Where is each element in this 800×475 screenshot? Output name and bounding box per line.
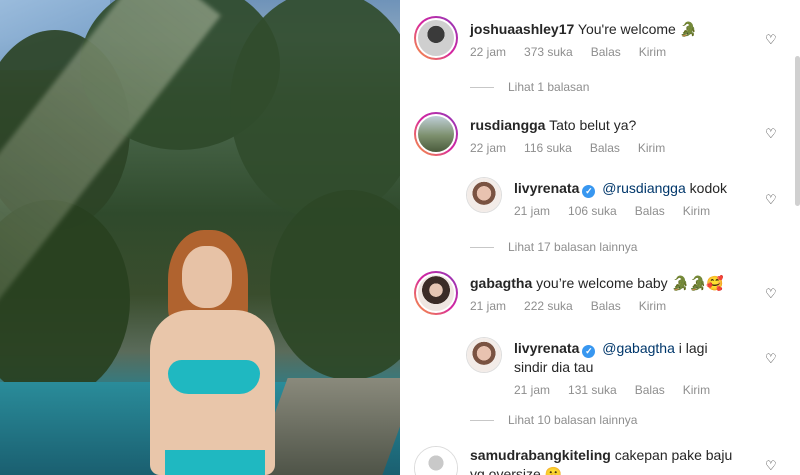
- comment-text: gabagtha you’re welcome baby 🐊🐊🥰: [470, 274, 724, 293]
- comment-meta: 21 jam 106 suka Balas Kirim: [514, 204, 727, 218]
- avatar[interactable]: [414, 446, 458, 475]
- view-replies-label: Lihat 1 balasan: [508, 80, 590, 94]
- comment-meta: 22 jam 116 suka Balas Kirim: [470, 141, 665, 155]
- scrollbar[interactable]: [795, 56, 800, 206]
- comment-meta: 21 jam 222 suka Balas Kirim: [470, 299, 724, 313]
- mention-link[interactable]: @gabagtha: [602, 340, 675, 356]
- like-heart-icon[interactable]: ♡: [765, 127, 778, 140]
- comment-username[interactable]: rusdiangga: [470, 117, 545, 133]
- comment-time[interactable]: 22 jam: [470, 45, 506, 59]
- comment-meta: 21 jam 131 suka Balas Kirim: [514, 383, 710, 397]
- comment-time[interactable]: 21 jam: [470, 299, 506, 313]
- comment-username[interactable]: samudrabangkiteling: [470, 447, 611, 463]
- comment-username[interactable]: joshuaashley17: [470, 21, 574, 37]
- comment-meta: 22 jam 373 suka Balas Kirim: [470, 45, 697, 59]
- comment-username[interactable]: gabagtha: [470, 275, 532, 291]
- photo-swimsuit-top: [168, 360, 260, 394]
- comment-content: you’re welcome baby 🐊🐊🥰: [536, 275, 724, 291]
- avatar[interactable]: [414, 112, 458, 156]
- comment-body: gabagtha you’re welcome baby 🐊🐊🥰 21 jam …: [470, 271, 724, 315]
- reply-button[interactable]: Balas: [590, 141, 620, 155]
- reply-button[interactable]: Balas: [635, 204, 665, 218]
- comment-likes[interactable]: 106 suka: [568, 204, 617, 218]
- view-replies-label: Lihat 10 balasan lainnya: [508, 413, 638, 427]
- comment-likes[interactable]: 373 suka: [524, 45, 573, 59]
- comment-likes[interactable]: 116 suka: [524, 141, 572, 155]
- like-heart-icon[interactable]: ♡: [765, 33, 778, 46]
- like-heart-icon[interactable]: ♡: [765, 459, 778, 472]
- like-heart-icon[interactable]: ♡: [765, 352, 778, 365]
- verified-badge-icon: ✓: [582, 185, 596, 198]
- send-button[interactable]: Kirim: [638, 141, 665, 155]
- comment-content: i lagi: [678, 340, 708, 356]
- view-replies-button[interactable]: Lihat 1 balasan: [470, 80, 589, 94]
- comment-username[interactable]: livyrenata: [514, 340, 579, 356]
- post-photo: [0, 0, 400, 475]
- reply-item: livyrenata ✓ @gabagtha i lagi sindir dia …: [466, 337, 710, 397]
- comment-item: gabagtha you’re welcome baby 🐊🐊🥰 21 jam …: [414, 271, 724, 315]
- comment-content-line2: yg oversize 🤫: [470, 466, 563, 475]
- like-heart-icon[interactable]: ♡: [765, 287, 778, 300]
- photo-person-face: [182, 246, 232, 308]
- comment-time[interactable]: 22 jam: [470, 141, 506, 155]
- comment-item: joshuaashley17 You're welcome 🐊 22 jam 3…: [414, 16, 697, 60]
- reply-item: livyrenata ✓ @rusdiangga kodok 21 jam 106…: [466, 177, 727, 218]
- comment-body: livyrenata ✓ @rusdiangga kodok 21 jam 106…: [514, 177, 727, 218]
- reply-button[interactable]: Balas: [591, 299, 621, 313]
- replies-divider: [470, 246, 494, 248]
- comment-text: samudrabangkiteling cakepan pake baju yg…: [470, 446, 732, 475]
- send-button[interactable]: Kirim: [683, 204, 710, 218]
- comment-item: samudrabangkiteling cakepan pake baju yg…: [414, 446, 732, 475]
- comment-time[interactable]: 21 jam: [514, 383, 550, 397]
- comment-text: joshuaashley17 You're welcome 🐊: [470, 20, 697, 39]
- reply-button[interactable]: Balas: [591, 45, 621, 59]
- mention-link[interactable]: @rusdiangga: [602, 180, 686, 196]
- comment-item: rusdiangga Tato belut ya? 22 jam 116 suk…: [414, 112, 665, 156]
- comment-body: joshuaashley17 You're welcome 🐊 22 jam 3…: [470, 16, 697, 60]
- comment-text: livyrenata ✓ @rusdiangga kodok: [514, 179, 727, 198]
- comment-time[interactable]: 21 jam: [514, 204, 550, 218]
- avatar[interactable]: [414, 271, 458, 315]
- like-heart-icon[interactable]: ♡: [765, 193, 778, 206]
- comment-content: kodok: [689, 180, 728, 196]
- comment-body: samudrabangkiteling cakepan pake baju yg…: [470, 446, 732, 475]
- comment-username[interactable]: livyrenata: [514, 180, 579, 196]
- send-button[interactable]: Kirim: [683, 383, 710, 397]
- reply-button[interactable]: Balas: [635, 383, 665, 397]
- comment-likes[interactable]: 222 suka: [524, 299, 573, 313]
- view-replies-label: Lihat 17 balasan lainnya: [508, 240, 638, 254]
- comment-body: livyrenata ✓ @gabagtha i lagi sindir dia …: [514, 337, 710, 397]
- comments-panel: joshuaashley17 You're welcome 🐊 22 jam 3…: [400, 0, 800, 475]
- avatar[interactable]: [466, 177, 502, 213]
- comment-likes[interactable]: 131 suka: [568, 383, 617, 397]
- comment-text: rusdiangga Tato belut ya?: [470, 116, 665, 135]
- replies-divider: [470, 419, 494, 421]
- send-button[interactable]: Kirim: [639, 45, 666, 59]
- comment-text: livyrenata ✓ @gabagtha i lagi sindir dia …: [514, 339, 710, 377]
- photo-swimsuit-bottom: [165, 450, 265, 475]
- comment-content: cakepan pake baju: [614, 447, 733, 463]
- avatar[interactable]: [466, 337, 502, 373]
- photo-tree: [270, 190, 400, 380]
- avatar[interactable]: [414, 16, 458, 60]
- comment-body: rusdiangga Tato belut ya? 22 jam 116 suk…: [470, 112, 665, 156]
- photo-tree: [230, 0, 400, 220]
- replies-divider: [470, 86, 494, 88]
- comment-content-line2: sindir dia tau: [514, 359, 594, 375]
- verified-badge-icon: ✓: [582, 345, 596, 358]
- view-replies-button[interactable]: Lihat 17 balasan lainnya: [470, 240, 637, 254]
- send-button[interactable]: Kirim: [639, 299, 666, 313]
- comment-content: Tato belut ya?: [549, 117, 637, 133]
- comment-content: You're welcome 🐊: [577, 21, 698, 37]
- view-replies-button[interactable]: Lihat 10 balasan lainnya: [470, 413, 637, 427]
